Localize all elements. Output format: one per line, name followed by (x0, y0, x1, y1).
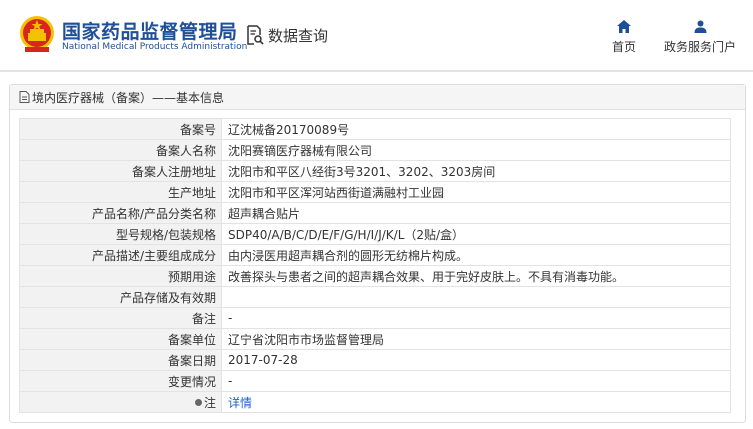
table-row: 产品名称/产品分类名称 超声耦合贴片 (19, 202, 731, 224)
row-label: 变更情况 (19, 370, 222, 392)
panel-header: 境内医疗器械（备案）——基本信息 (10, 85, 745, 110)
site-name-english[interactable]: National Medical Products Administration (62, 42, 247, 52)
row-label: 备案日期 (19, 349, 222, 371)
row-value: 沈阳市和平区浑河站西街道满融村工业园 (221, 181, 731, 203)
note-label-cell: 注 (19, 391, 222, 413)
nav-home[interactable]: 首页 (612, 20, 636, 55)
table-row: 备案日期 2017-07-28 (19, 349, 731, 371)
basic-info-panel: 境内医疗器械（备案）——基本信息 备案号 辽沈械备20170089号 备案人名称… (9, 84, 746, 423)
site-name[interactable]: 国家药品监督管理局 (62, 17, 238, 44)
row-value: 沈阳市和平区八经街3号3201、3202、3203房间 (221, 160, 731, 182)
table-row: 备案单位 辽宁省沈阳市市场监督管理局 (19, 328, 731, 350)
row-label: 备案人名称 (19, 139, 222, 161)
note-label: 注 (203, 395, 216, 410)
row-value: 超声耦合贴片 (221, 202, 731, 224)
row-value: SDP40/A/B/C/D/E/F/G/H/I/J/K/L（2贴/盒） (221, 223, 731, 245)
data-query-link[interactable]: 数据查询 (246, 24, 328, 46)
row-label: 产品名称/产品分类名称 (19, 202, 222, 224)
note-value-cell: 详情 (221, 391, 731, 413)
row-label: 备案人注册地址 (19, 160, 222, 182)
table-row: 备案号 辽沈械备20170089号 (19, 118, 731, 140)
table-row: 预期用途 改善探头与患者之间的超声耦合效果、用于完好皮肤上。不具有消毒功能。 (19, 265, 731, 287)
panel-title: 境内医疗器械（备案）——基本信息 (32, 90, 225, 105)
nav-portal-label: 政务服务门户 (663, 40, 736, 54)
document-icon (19, 91, 30, 103)
home-icon (617, 20, 631, 33)
table-row: 变更情况 - (19, 370, 731, 392)
row-label: 备案号 (19, 118, 222, 140)
details-link[interactable]: 详情 (228, 396, 252, 410)
row-value: - (221, 370, 731, 392)
table-row: 备案人名称 沈阳赛镝医疗器械有限公司 (19, 139, 731, 161)
document-search-icon (247, 25, 264, 45)
data-query-label: 数据查询 (268, 26, 329, 45)
row-value: 改善探头与患者之间的超声耦合效果、用于完好皮肤上。不具有消毒功能。 (221, 265, 731, 287)
row-value: 辽沈械备20170089号 (221, 118, 731, 140)
row-value: 沈阳赛镝医疗器械有限公司 (221, 139, 731, 161)
table-row: 备注 - (19, 307, 731, 329)
row-label: 产品描述/主要组成成分 (19, 244, 222, 266)
row-label: 备案单位 (19, 328, 222, 350)
table-row: 产品存储及有效期 (19, 286, 731, 308)
header-divider (0, 70, 753, 72)
row-value: 由内浸医用超声耦合剂的圆形无纺棉片构成。 (221, 244, 731, 266)
row-value (221, 286, 731, 308)
nav-home-label: 首页 (612, 40, 637, 54)
row-label: 备注 (19, 307, 222, 329)
row-value: 2017-07-28 (221, 349, 731, 371)
row-value: - (221, 307, 731, 329)
table-row: 产品描述/主要组成成分 由内浸医用超声耦合剂的圆形无纺棉片构成。 (19, 244, 731, 266)
national-emblem-icon (20, 16, 54, 52)
table-row: 生产地址 沈阳市和平区浑河站西街道满融村工业园 (19, 181, 731, 203)
row-label: 生产地址 (19, 181, 222, 203)
row-value: 辽宁省沈阳市市场监督管理局 (221, 328, 731, 350)
table-row: 型号规格/包装规格 SDP40/A/B/C/D/E/F/G/H/I/J/K/L（… (19, 223, 731, 245)
row-label: 产品存储及有效期 (19, 286, 222, 308)
basic-info-table: 备案号 辽沈械备20170089号 备案人名称 沈阳赛镝医疗器械有限公司 备案人… (19, 118, 731, 413)
site-header: 国家药品监督管理局 National Medical Products Admi… (0, 0, 753, 70)
user-icon (694, 20, 706, 33)
table-row: 备案人注册地址 沈阳市和平区八经街3号3201、3202、3203房间 (19, 160, 731, 182)
row-label: 型号规格/包装规格 (19, 223, 222, 245)
note-icon (194, 398, 202, 406)
nav-service-portal[interactable]: 政务服务门户 (660, 20, 740, 55)
row-label: 预期用途 (19, 265, 222, 287)
table-row-note: 注 详情 (19, 391, 731, 413)
